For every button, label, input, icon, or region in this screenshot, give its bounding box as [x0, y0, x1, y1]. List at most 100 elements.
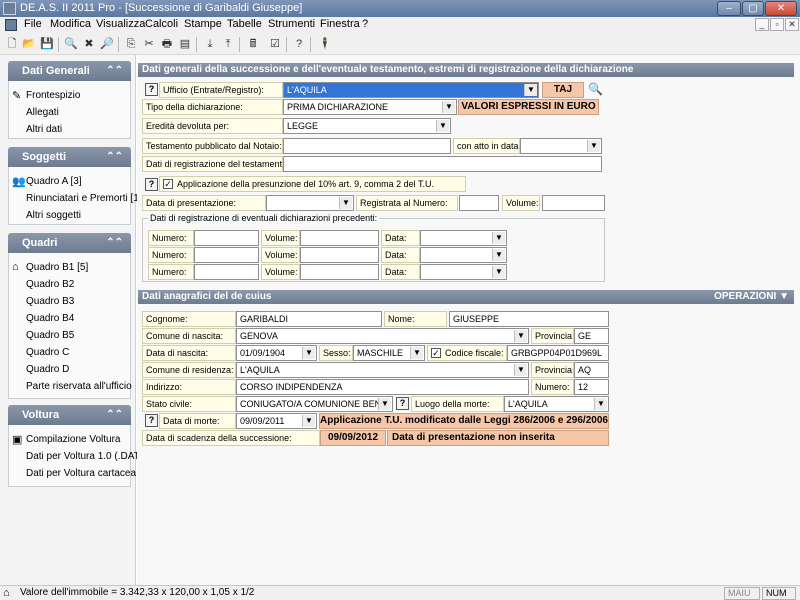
menu-modifica[interactable]: Modifica [50, 18, 91, 30]
sidebar-item-quadro-b5[interactable]: Quadro B5 [26, 330, 74, 341]
sesso-select[interactable]: MASCHILE ▼ [353, 345, 425, 361]
section-soggetti[interactable]: Soggetti ⌃⌃ [8, 147, 131, 167]
check-icon[interactable]: ☑ [268, 37, 282, 51]
collapse-icon[interactable]: ⌃⌃ [106, 61, 123, 81]
mdi-restore-button[interactable]: ▫ [770, 18, 784, 31]
menu-file[interactable]: File [24, 18, 42, 30]
stato-civile-select[interactable]: CONIUGATO/A COMUNIONE BENI ▼ [236, 396, 393, 412]
menu-strumenti[interactable]: Strumenti [268, 18, 315, 30]
chevron-down-icon[interactable]: ▼ [410, 347, 423, 359]
new-file-icon[interactable]: 🗋 [5, 37, 19, 51]
chevron-down-icon[interactable]: ▼ [587, 140, 600, 152]
nome-input[interactable]: GIUSEPPE [449, 311, 609, 327]
prec-numero-input[interactable] [194, 247, 259, 263]
help-button[interactable]: ? [145, 414, 158, 427]
chevron-down-icon[interactable]: ▼ [514, 330, 527, 342]
sidebar-item-quadro-c[interactable]: Quadro C [26, 347, 69, 358]
chevron-down-icon[interactable]: ▼ [378, 398, 391, 410]
sidebar-item-altri-dati[interactable]: Altri dati [26, 124, 62, 135]
mdi-minimize-button[interactable]: _ [755, 18, 769, 31]
provincia-residenza-input[interactable]: AQ [574, 362, 609, 378]
volume-input[interactable] [542, 195, 605, 211]
delete-record-icon[interactable]: ✖ [82, 37, 96, 51]
ufficio-select[interactable]: L'AQUILA ▼ [283, 82, 539, 98]
sidebar-item-frontespizio[interactable]: Frontespizio [26, 90, 80, 101]
prec-data-select[interactable]: ▼ [420, 230, 507, 246]
sidebar-item-quadro-d[interactable]: Quadro D [26, 364, 69, 375]
sidebar-item-quadro-b2[interactable]: Quadro B2 [26, 279, 74, 290]
sidebar-item-compilazione-voltura[interactable]: Compilazione Voltura [26, 434, 121, 445]
sidebar-item-quadro-b3[interactable]: Quadro B3 [26, 296, 74, 307]
chevron-down-icon[interactable]: ▼ [492, 249, 505, 261]
tipo-dichiarazione-select[interactable]: PRIMA DICHIARAZIONE ▼ [283, 99, 457, 115]
collapse-icon[interactable]: ⌃⌃ [106, 147, 123, 167]
print-icon[interactable]: 🖶 [160, 37, 174, 51]
numero-input[interactable]: 12 [574, 379, 609, 395]
presentazione-select[interactable]: ▼ [266, 195, 354, 211]
open-folder-icon[interactable]: 📂 [22, 37, 36, 51]
chevron-down-icon[interactable]: ▼ [524, 84, 537, 96]
menu-visualizza[interactable]: Visualizza [96, 18, 145, 30]
chevron-down-icon[interactable]: ▼ [492, 266, 505, 278]
operazioni-menu[interactable]: OPERAZIONI ▼ [714, 290, 789, 304]
search-icon[interactable]: 🔍 [64, 37, 78, 51]
eredita-select[interactable]: LEGGE ▼ [283, 118, 451, 134]
chevron-down-icon[interactable]: ▼ [492, 232, 505, 244]
prec-data-select[interactable]: ▼ [420, 264, 507, 280]
menu-finestra[interactable]: Finestra [320, 18, 360, 30]
codice-fiscale-input[interactable]: GRBGPP04P01D969L [507, 345, 609, 361]
chevron-down-icon[interactable]: ▼ [514, 364, 527, 376]
help-button[interactable]: ? [396, 397, 409, 410]
move-up-icon[interactable]: ⤒ [221, 37, 235, 51]
help-button[interactable]: ? [145, 83, 158, 96]
sidebar-item-allegati[interactable]: Allegati [26, 107, 59, 118]
prec-data-select[interactable]: ▼ [420, 247, 507, 263]
section-quadri[interactable]: Quadri ⌃⌃ [8, 233, 131, 253]
sidebar-item-parte-riservata[interactable]: Parte riservata all'ufficio [26, 381, 132, 392]
section-dati-generali[interactable]: Dati Generali ⌃⌃ [8, 61, 131, 81]
codice-fiscale-checkbox[interactable]: ✓ [431, 348, 441, 358]
lookup-icon[interactable]: 🔍 [588, 82, 603, 96]
help-button[interactable]: ? [145, 178, 158, 191]
sidebar-item-voltura-cartacea[interactable]: Dati per Voltura cartacea [26, 468, 136, 479]
collapse-icon[interactable]: ⌃⌃ [106, 233, 123, 253]
menu-help[interactable]: ? [362, 18, 368, 30]
person-icon[interactable]: 🕴 [318, 37, 332, 51]
menu-calcoli[interactable]: Calcoli [145, 18, 178, 30]
sidebar-item-quadro-a[interactable]: Quadro A [3] [26, 176, 82, 187]
prec-numero-input[interactable] [194, 264, 259, 280]
cognome-input[interactable]: GARIBALDI [236, 311, 382, 327]
data-morte-select[interactable]: 09/09/2011 ▼ [236, 413, 317, 429]
registrazione-testamento-input[interactable] [283, 156, 602, 172]
sidebar-item-rinunciatari[interactable]: Rinunciatari e Premorti [1] [26, 193, 142, 204]
chevron-down-icon[interactable]: ▼ [302, 415, 315, 427]
chevron-down-icon[interactable]: ▼ [594, 398, 607, 410]
cut-icon[interactable]: ✂ [142, 37, 156, 51]
prec-numero-input[interactable] [194, 230, 259, 246]
prec-volume-input[interactable] [300, 247, 379, 263]
chevron-down-icon[interactable]: ▼ [436, 120, 449, 132]
collapse-icon[interactable]: ⌃⌃ [106, 405, 123, 425]
copy-icon[interactable]: ⎘ [124, 37, 138, 51]
presunzione-checkbox[interactable]: ✓ [163, 179, 173, 189]
chevron-down-icon[interactable]: ▼ [339, 197, 352, 209]
comune-residenza-select[interactable]: L'AQUILA ▼ [236, 362, 529, 378]
registrata-numero-input[interactable] [459, 195, 499, 211]
sidebar-item-altri-soggetti[interactable]: Altri soggetti [26, 210, 81, 221]
chevron-down-icon[interactable]: ▼ [302, 347, 315, 359]
close-button[interactable]: ✕ [765, 1, 797, 16]
chevron-down-icon[interactable]: ▼ [442, 101, 455, 113]
luogo-morte-select[interactable]: L'AQUILA ▼ [504, 396, 609, 412]
sidebar-item-voltura-dat[interactable]: Dati per Voltura 1.0 (.DAT) [26, 451, 143, 462]
search-record-icon[interactable]: 🔎 [100, 37, 114, 51]
notaio-input[interactable] [283, 138, 451, 154]
indirizzo-input[interactable]: CORSO INDIPENDENZA [236, 379, 529, 395]
save-icon[interactable]: 💾 [40, 37, 54, 51]
sidebar-item-quadro-b1[interactable]: Quadro B1 [5] [26, 262, 88, 273]
atto-data-select[interactable]: ▼ [520, 138, 602, 154]
mdi-close-button[interactable]: ✕ [785, 18, 799, 31]
section-voltura[interactable]: Voltura ⌃⌃ [8, 405, 131, 425]
menu-stampe[interactable]: Stampe [184, 18, 222, 30]
provincia-nascita-input[interactable]: GE [574, 328, 609, 344]
maximize-button[interactable]: ▢ [742, 1, 764, 16]
